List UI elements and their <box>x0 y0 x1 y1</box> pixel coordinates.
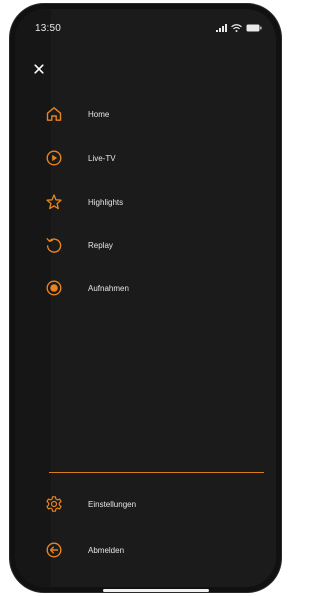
status-bar: 13:50 <box>15 9 276 43</box>
status-time: 13:50 <box>35 23 62 34</box>
menu-label-abmelden: Abmelden <box>88 545 125 555</box>
menu-item-einstellungen[interactable]: Einstellungen <box>43 491 263 517</box>
menu-item-home[interactable]: Home <box>43 101 263 127</box>
menu-item-highlights[interactable]: Highlights <box>43 189 263 215</box>
menu-label-einstellungen: Einstellungen <box>88 499 137 509</box>
close-icon <box>34 64 44 74</box>
home-indicator[interactable] <box>103 589 209 592</box>
menu-item-replay[interactable]: Replay <box>43 232 263 258</box>
replay-icon <box>43 234 65 256</box>
status-icons <box>216 24 262 32</box>
menu-item-abmelden[interactable]: Abmelden <box>43 537 263 563</box>
menu-item-live-tv[interactable]: Live-TV <box>43 145 263 171</box>
play-circle-icon <box>43 147 65 169</box>
battery-icon <box>246 24 262 32</box>
home-icon <box>43 103 65 125</box>
menu-label-home: Home <box>88 109 110 119</box>
record-icon <box>43 277 65 299</box>
star-icon <box>43 191 65 213</box>
menu-item-aufnahmen[interactable]: Aufnahmen <box>43 275 263 301</box>
close-button[interactable] <box>32 62 46 76</box>
menu-divider <box>49 472 264 473</box>
gear-icon <box>43 493 65 515</box>
menu-label-aufnahmen: Aufnahmen <box>88 283 129 293</box>
signal-icon <box>216 24 227 32</box>
logout-icon <box>43 539 65 561</box>
phone-frame: 13:50 Home Live-TV Highlights Replay Auf… <box>10 4 281 592</box>
menu-label-replay: Replay <box>88 240 113 250</box>
menu-screen: 13:50 Home Live-TV Highlights Replay Auf… <box>15 9 276 587</box>
menu-label-live-tv: Live-TV <box>88 153 116 163</box>
wifi-icon <box>231 24 242 32</box>
menu-label-highlights: Highlights <box>88 197 124 207</box>
